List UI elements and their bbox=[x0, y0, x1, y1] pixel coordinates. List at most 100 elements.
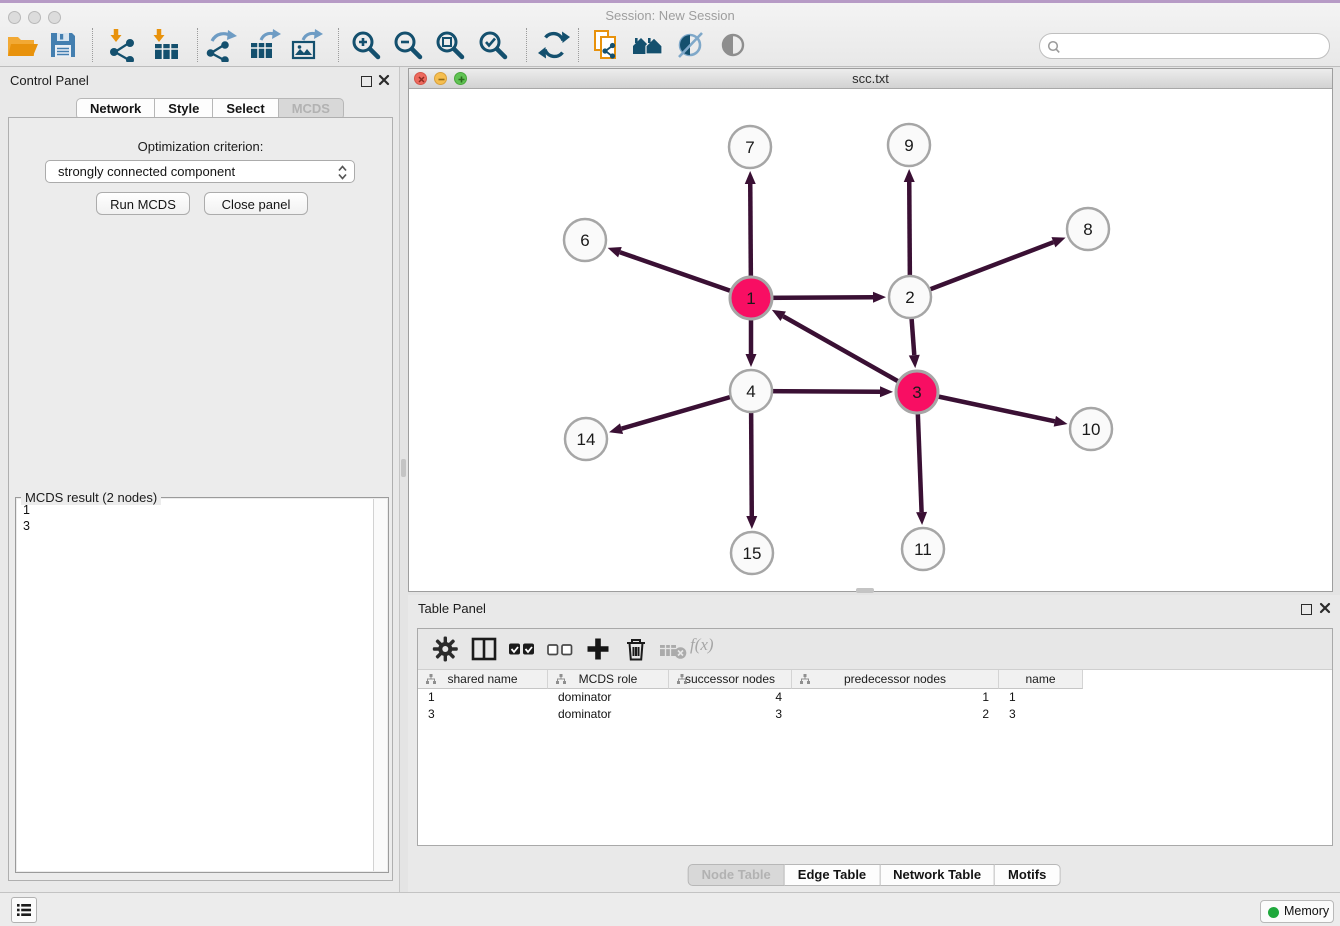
table-header[interactable]: shared nameMCDS rolesuccessor nodesprede… bbox=[418, 670, 1332, 689]
table-cell[interactable]: 3 bbox=[418, 706, 548, 723]
graph-node-label-6: 6 bbox=[580, 231, 589, 250]
mcds-result-area[interactable]: 1 3 bbox=[17, 499, 387, 871]
sort-hierarchy-icon bbox=[799, 673, 811, 685]
column-header-successor-nodes[interactable]: successor nodes bbox=[669, 670, 792, 689]
toolbar-separator bbox=[526, 28, 527, 62]
graph-arrowhead bbox=[880, 386, 893, 397]
settings-icon[interactable] bbox=[430, 633, 462, 665]
graph-node-label-15: 15 bbox=[743, 544, 762, 563]
sort-hierarchy-icon bbox=[676, 673, 688, 685]
toolbar-separator bbox=[197, 28, 198, 62]
search-field bbox=[1039, 33, 1330, 59]
export-network-icon[interactable] bbox=[204, 28, 238, 62]
optimization-criterion-label: Optimization criterion: bbox=[9, 139, 392, 154]
table-tabs: Node TableEdge TableNetwork TableMotifs bbox=[688, 864, 1061, 886]
graph-arrowhead bbox=[609, 423, 623, 434]
clone-network-icon[interactable] bbox=[589, 28, 623, 62]
hide-graphics-details-icon[interactable] bbox=[674, 28, 708, 62]
graph-arrowhead bbox=[745, 171, 756, 184]
result-scrollbar[interactable] bbox=[373, 499, 387, 871]
splitter-handle-vertical[interactable] bbox=[401, 459, 406, 477]
table-tab-motifs[interactable]: Motifs bbox=[995, 864, 1060, 886]
save-session-icon[interactable] bbox=[46, 28, 80, 62]
column-header-shared-name[interactable]: shared name bbox=[418, 670, 548, 689]
delete-column-icon[interactable] bbox=[620, 633, 652, 665]
delete-table-icon bbox=[657, 633, 689, 665]
float-table-panel-icon[interactable] bbox=[1301, 604, 1312, 615]
workspace: Control Panel NetworkStyleSelectMCDS Opt… bbox=[0, 67, 1340, 892]
graph-node-label-9: 9 bbox=[904, 136, 913, 155]
window-title: Session: New Session bbox=[0, 8, 1340, 23]
zoom-in-icon[interactable] bbox=[349, 28, 383, 62]
graph-edge-3-1[interactable] bbox=[783, 316, 917, 392]
sort-hierarchy-icon bbox=[555, 673, 567, 685]
zoom-selected-icon[interactable] bbox=[476, 28, 510, 62]
table-tab-edge-table[interactable]: Edge Table bbox=[785, 864, 880, 886]
import-network-icon[interactable] bbox=[105, 28, 139, 62]
table-tab-node-table[interactable]: Node Table bbox=[688, 864, 785, 886]
graph-node-label-4: 4 bbox=[746, 382, 755, 401]
table-row: 3dominator323 bbox=[418, 706, 1332, 723]
table-cell[interactable]: 3 bbox=[669, 706, 792, 723]
import-table-icon[interactable] bbox=[148, 28, 182, 62]
mcds-result-values: 1 3 bbox=[23, 502, 30, 534]
export-image-icon[interactable] bbox=[289, 28, 323, 62]
memory-label: Memory bbox=[1284, 904, 1329, 918]
toolbar-separator bbox=[338, 28, 339, 62]
stepper-icon bbox=[337, 164, 348, 181]
add-column-icon[interactable] bbox=[582, 633, 614, 665]
network-canvas[interactable]: 7968124314101511 bbox=[409, 88, 1332, 591]
close-table-panel-icon[interactable] bbox=[1319, 602, 1331, 614]
select-all-columns-icon[interactable] bbox=[506, 633, 538, 665]
unselect-all-columns-icon[interactable] bbox=[544, 633, 576, 665]
splitter-handle-horizontal[interactable] bbox=[856, 588, 874, 593]
network-window: scc.txt 7968124314101511 bbox=[408, 68, 1333, 592]
optimization-criterion-value: strongly connected component bbox=[58, 164, 235, 179]
mcds-result-title: MCDS result (2 nodes) bbox=[21, 490, 161, 505]
task-history-button[interactable] bbox=[11, 897, 37, 923]
optimization-criterion-select[interactable]: strongly connected component bbox=[45, 160, 355, 183]
memory-button[interactable]: Memory bbox=[1260, 900, 1334, 923]
home-icon[interactable] bbox=[631, 28, 665, 62]
zoom-out-icon[interactable] bbox=[391, 28, 425, 62]
graph-arrowhead bbox=[909, 355, 920, 368]
run-mcds-button[interactable]: Run MCDS bbox=[96, 192, 190, 215]
close-panel-button[interactable]: Close panel bbox=[204, 192, 308, 215]
graph-node-label-10: 10 bbox=[1082, 420, 1101, 439]
table-cell[interactable]: 1 bbox=[999, 689, 1083, 706]
table-cell[interactable]: 3 bbox=[999, 706, 1083, 723]
graph-node-label-11: 11 bbox=[914, 540, 932, 559]
refresh-layout-icon[interactable] bbox=[537, 28, 571, 62]
network-window-titlebar[interactable]: scc.txt bbox=[409, 69, 1332, 89]
node-table: f(x) shared nameMCDS rolesuccessor nodes… bbox=[417, 628, 1333, 846]
graph-arrowhead bbox=[608, 247, 622, 257]
table-cell[interactable]: 1 bbox=[418, 689, 548, 706]
table-tab-network-table[interactable]: Network Table bbox=[880, 864, 995, 886]
split-columns-icon[interactable] bbox=[468, 633, 500, 665]
column-header-MCDS-role[interactable]: MCDS role bbox=[548, 670, 669, 689]
graph-node-label-1: 1 bbox=[746, 289, 755, 308]
column-header-predecessor-nodes[interactable]: predecessor nodes bbox=[792, 670, 999, 689]
graph-node-label-3: 3 bbox=[912, 383, 921, 402]
float-panel-icon[interactable] bbox=[361, 76, 372, 87]
column-header-name[interactable]: name bbox=[999, 670, 1083, 689]
graph-arrowhead bbox=[746, 516, 757, 529]
application-window: Session: New Session bbox=[0, 0, 1340, 926]
table-cell[interactable]: dominator bbox=[548, 689, 669, 706]
table-cell[interactable]: 4 bbox=[669, 689, 792, 706]
export-table-icon[interactable] bbox=[247, 28, 281, 62]
table-cell[interactable]: 2 bbox=[792, 706, 999, 723]
zoom-fit-icon[interactable] bbox=[433, 28, 467, 62]
table-panel: Table Panel bbox=[408, 595, 1340, 892]
graph-arrowhead bbox=[1054, 416, 1068, 427]
birdseye-view-icon[interactable] bbox=[717, 28, 751, 62]
table-cell[interactable]: dominator bbox=[548, 706, 669, 723]
table-cell[interactable]: 1 bbox=[792, 689, 999, 706]
close-panel-icon[interactable] bbox=[378, 74, 390, 86]
table-toolbar: f(x) bbox=[418, 629, 1332, 670]
open-session-icon[interactable] bbox=[5, 28, 39, 62]
table-panel-title: Table Panel bbox=[418, 601, 486, 616]
graph-edge-2-8[interactable] bbox=[910, 242, 1053, 297]
search-input[interactable] bbox=[1066, 36, 1325, 58]
toolbar-separator bbox=[578, 28, 579, 62]
